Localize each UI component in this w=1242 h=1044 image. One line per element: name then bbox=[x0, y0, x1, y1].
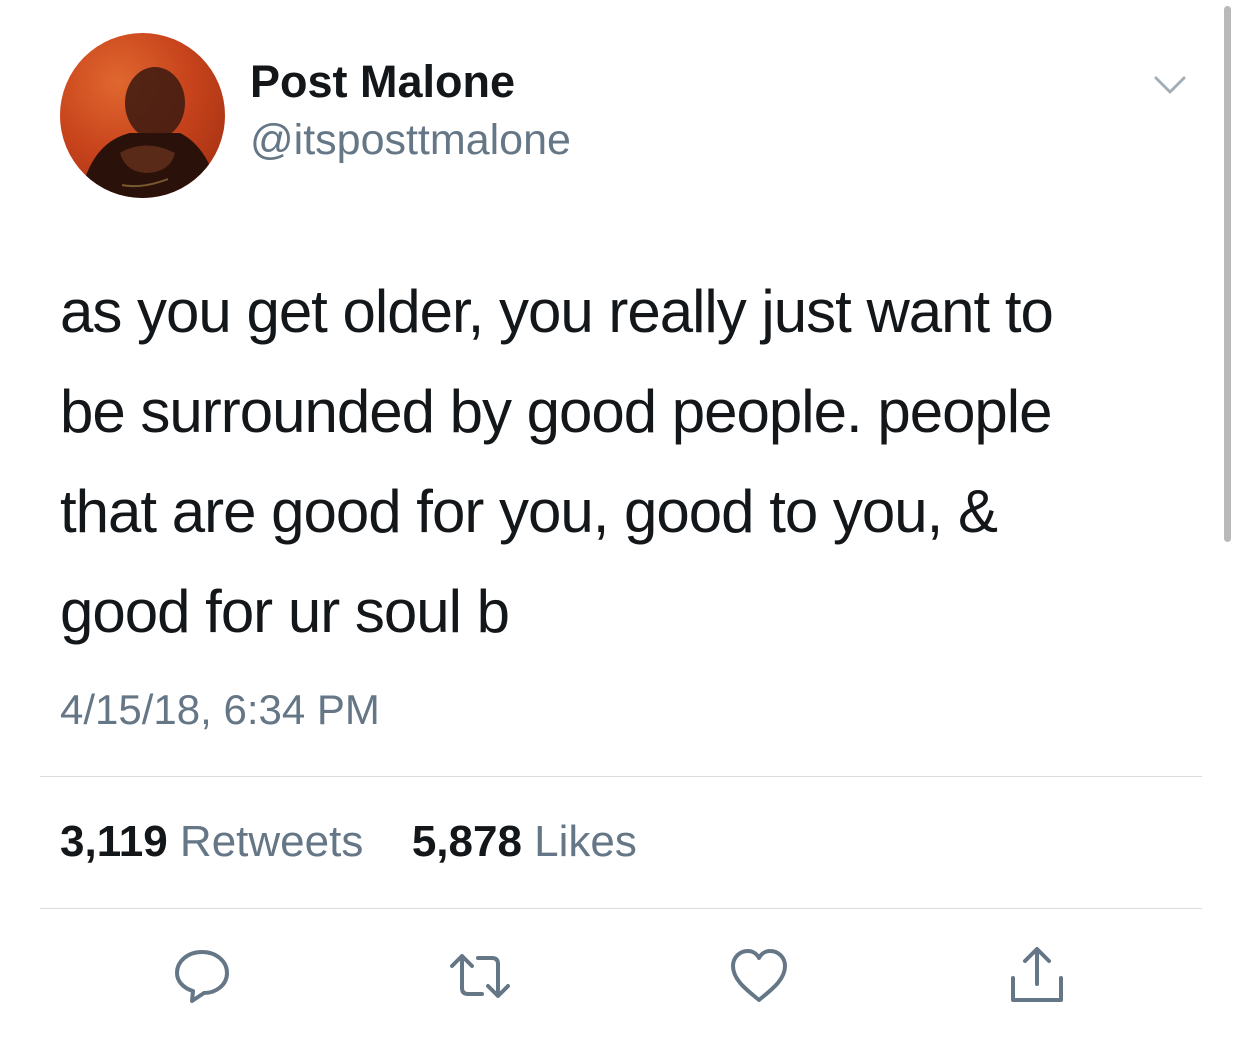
retweets-count: 3,119 bbox=[60, 817, 168, 866]
divider bbox=[40, 908, 1202, 909]
retweet-icon bbox=[450, 954, 510, 998]
chevron-down-icon bbox=[1154, 76, 1186, 94]
retweets-label: Retweets bbox=[179, 817, 364, 866]
likes-count: 5,878 bbox=[411, 817, 522, 866]
share-button[interactable] bbox=[1005, 944, 1069, 1008]
divider bbox=[40, 776, 1202, 777]
share-icon bbox=[1011, 947, 1063, 1002]
tweet-text-line: that are good for you, good to you, & bbox=[60, 478, 998, 545]
retweet-button[interactable] bbox=[448, 944, 512, 1008]
tweet-text-line: good for ur soul b bbox=[60, 578, 510, 645]
author-name[interactable]: Post Malone bbox=[250, 56, 515, 108]
reply-button[interactable] bbox=[170, 944, 234, 1008]
avatar[interactable] bbox=[60, 33, 225, 198]
tweet-timestamp: 4/15/18, 6:34 PM bbox=[60, 686, 380, 733]
tweet-stats: 3,119 Retweets 5,878 Likes bbox=[60, 817, 637, 867]
avatar-image bbox=[80, 67, 220, 198]
tweet-text: as you get older, you really just want t… bbox=[60, 262, 1180, 662]
likes-stat[interactable]: 5,878 Likes bbox=[400, 817, 637, 866]
author-handle[interactable]: @itsposttmalone bbox=[250, 116, 571, 165]
retweets-stat[interactable]: 3,119 Retweets bbox=[60, 817, 376, 866]
tweet-text-line: be surrounded by good people. people bbox=[60, 378, 1053, 445]
likes-label: Likes bbox=[534, 817, 637, 866]
scrollbar[interactable] bbox=[1224, 6, 1231, 542]
reply-icon bbox=[175, 950, 229, 1003]
heart-icon bbox=[731, 949, 787, 1002]
tweet-text-line: as you get older, you really just want t… bbox=[60, 278, 1054, 345]
like-button[interactable] bbox=[727, 944, 791, 1008]
more-options-button[interactable] bbox=[1148, 68, 1192, 104]
